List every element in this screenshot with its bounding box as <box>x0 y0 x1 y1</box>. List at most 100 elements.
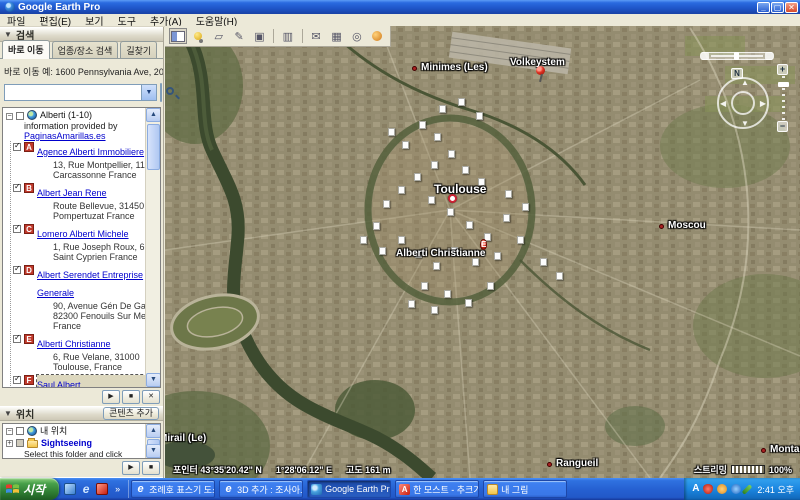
path-icon[interactable]: ✎ <box>230 28 247 44</box>
antivirus-shield-icon[interactable] <box>703 484 713 494</box>
task-button-3[interactable]: A한 모스트 - 추크가... <box>395 480 479 498</box>
zoom-thumb[interactable] <box>778 82 789 87</box>
result-link[interactable]: Lomero Alberti Michele <box>37 229 129 239</box>
place-checkbox[interactable] <box>16 439 24 447</box>
expander-icon[interactable]: + <box>6 440 13 447</box>
result-checkbox[interactable] <box>13 225 21 233</box>
polygon-icon[interactable]: ▱ <box>210 28 227 44</box>
result-link[interactable]: Albert Jean Rene <box>37 188 107 198</box>
provider-link[interactable]: PaginasAmarillas.es <box>6 131 145 141</box>
result-link[interactable]: Alberti Christianne <box>37 339 111 349</box>
email-icon[interactable]: ✉ <box>307 28 324 44</box>
window-title: Google Earth Pro <box>18 2 100 13</box>
task-button-1[interactable]: e3D 추가 : 조사아... <box>219 480 303 498</box>
result-checkbox[interactable] <box>13 143 21 151</box>
tilt-left-button[interactable] <box>701 52 709 60</box>
stop-tour-button[interactable]: ■ <box>122 390 140 404</box>
result-checkbox[interactable] <box>13 376 21 384</box>
scroll-up-icon[interactable]: ▲ <box>146 424 161 438</box>
result-link[interactable]: Agence Alberti Immobiliere <box>37 147 144 157</box>
tilt-slider[interactable] <box>700 52 774 60</box>
maximize-button[interactable]: ▢ <box>771 2 784 13</box>
tray-orange-icon[interactable] <box>717 484 727 494</box>
search-button[interactable] <box>160 83 162 102</box>
building-icon <box>373 222 380 230</box>
zoom-out-button[interactable]: − <box>777 121 788 132</box>
language-pen-icon[interactable] <box>742 484 753 495</box>
sidebar-icon[interactable] <box>169 28 187 44</box>
clear-results-button[interactable]: ✕ <box>142 390 160 404</box>
building-icon <box>388 128 395 136</box>
quick-launch: e » <box>59 480 129 498</box>
add-content-button[interactable]: 콘텐츠 추가 <box>103 407 159 420</box>
internet-explorer-icon[interactable]: e <box>80 483 92 495</box>
zoom-slider[interactable]: + − <box>777 64 789 132</box>
combo-dropdown-arrow[interactable]: ▼ <box>141 85 156 100</box>
place-checkbox[interactable] <box>16 427 24 435</box>
map-view[interactable]: Minimes (Les)VolkeystemToulouseMoscouAlb… <box>165 26 800 478</box>
ruler-icon[interactable]: ▥ <box>279 28 296 44</box>
result-address: Route Bellevue, 31450 Pompertuzat France <box>37 201 145 221</box>
task-button-0[interactable]: e조례호 표스기 도스... <box>131 480 215 498</box>
print-icon[interactable]: ▦ <box>328 28 345 44</box>
image-overlay-icon[interactable]: ▣ <box>251 28 268 44</box>
tab-2[interactable]: 길찾기 <box>120 41 157 58</box>
menu-item-3[interactable]: 도구 <box>111 13 143 28</box>
tilt-thumb[interactable] <box>734 52 739 60</box>
menu-item-1[interactable]: 편집(E) <box>32 13 78 28</box>
place-name[interactable]: Sightseeing <box>41 438 92 448</box>
building-icon <box>540 258 547 266</box>
map-label: Alberti Christianne <box>396 248 485 259</box>
navigation-ring[interactable]: ▲ ▼ ◀ ▶ <box>717 77 769 129</box>
play-tour-button[interactable]: ▶ <box>122 461 140 475</box>
show-desktop-icon[interactable] <box>64 483 76 495</box>
placemark-icon[interactable] <box>190 28 207 44</box>
minimize-button[interactable]: _ <box>757 2 770 13</box>
expander-icon[interactable]: − <box>6 428 13 435</box>
building-icon <box>466 221 473 229</box>
result-checkbox[interactable] <box>13 266 21 274</box>
search-result-item: BAlbert Jean ReneRoute Bellevue, 31450 P… <box>13 182 145 223</box>
tray-update-icon[interactable] <box>731 484 741 494</box>
places-panel-header[interactable]: ▼ 위치 콘텐츠 추가 <box>0 406 163 421</box>
scroll-down-icon[interactable]: ▼ <box>146 373 161 387</box>
result-link[interactable]: Saul Albert <box>37 380 81 387</box>
zoom-in-button[interactable]: + <box>777 64 788 75</box>
menu-item-0[interactable]: 파일 <box>0 13 32 28</box>
building-icon <box>431 161 438 169</box>
acrobat-icon[interactable] <box>96 483 108 495</box>
close-button[interactable]: ✕ <box>785 2 798 13</box>
start-button[interactable]: 시작 <box>0 478 59 500</box>
google-maps-icon[interactable]: ◎ <box>348 28 365 44</box>
scroll-down-icon[interactable]: ▼ <box>146 444 161 458</box>
pointer-lat: 43°35'20.42" N <box>200 465 262 475</box>
task-button-4[interactable]: 내 그림 <box>483 480 567 498</box>
search-result-pin[interactable]: E <box>480 234 493 252</box>
navigation-joystick[interactable] <box>731 91 755 115</box>
flyto-combo[interactable]: ▼ <box>4 84 157 101</box>
ime-indicator[interactable]: A <box>692 484 699 494</box>
building-icon <box>462 166 469 174</box>
play-tour-button[interactable]: ▶ <box>102 390 120 404</box>
scrollbar-thumb[interactable] <box>147 124 160 170</box>
task-button-2[interactable]: Google Earth Pro... <box>307 480 391 498</box>
flyto-input[interactable] <box>5 85 141 100</box>
place-name[interactable]: 내 위치 <box>40 426 67 436</box>
stop-tour-button[interactable]: ■ <box>142 461 160 475</box>
result-checkbox[interactable] <box>13 184 21 192</box>
tab-0[interactable]: 바로 이동 <box>2 40 50 59</box>
results-checkbox[interactable] <box>16 112 24 120</box>
tab-1[interactable]: 업종/장소 검색 <box>52 41 119 58</box>
placemark-pushpin-icon[interactable] <box>536 66 546 82</box>
sky-icon[interactable] <box>369 28 386 44</box>
result-checkbox[interactable] <box>13 335 21 343</box>
quick-launch-overflow-chevron[interactable]: » <box>112 484 123 494</box>
scroll-up-icon[interactable]: ▲ <box>146 108 161 122</box>
tilt-right-button[interactable] <box>765 52 773 60</box>
results-scrollbar[interactable]: ▲ ▼ <box>145 108 160 387</box>
places-scrollbar[interactable]: ▲ ▼ <box>145 424 160 458</box>
building-icon <box>476 112 483 120</box>
result-link[interactable]: Albert Serendet Entreprise Generale <box>37 270 143 298</box>
expander-icon[interactable]: − <box>6 113 13 120</box>
menu-item-2[interactable]: 보기 <box>78 13 110 28</box>
